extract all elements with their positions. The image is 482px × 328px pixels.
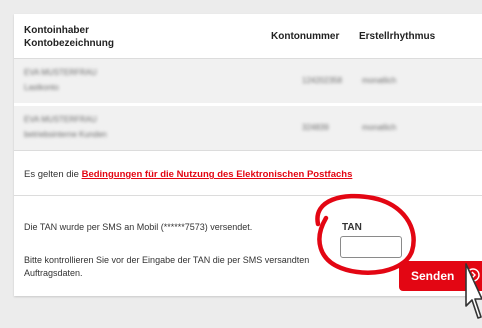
terms-link[interactable]: Bedingungen für die Nutzung des Elektron… [82,169,353,180]
screen: Kontoinhaber Kontobezeichnung Kontonumme… [0,0,482,328]
tan-label: TAN [342,222,362,233]
tan-sent-info: Die TAN wurde per SMS an Mobil (******75… [24,222,253,232]
tan-verify-hint: Bitte kontrollieren Sie vor der Eingabe … [24,255,310,278]
tan-input[interactable] [340,236,402,258]
column-header-owner-line2: Kontobezeichnung [24,38,114,49]
column-header-owner: Kontoinhaber Kontobezeichnung [24,24,114,50]
account-description: Lastkonto [24,83,59,92]
column-header-rhythm: Erstellrhythmus [359,31,436,42]
send-button[interactable]: Senden [399,261,482,291]
account-description: betriebsinterne Kunden [24,130,107,139]
account-row: EVA MUSTERFRAU betriebsinterne Kunden 32… [14,106,482,151]
account-owner: EVA MUSTERFRAU [24,115,97,124]
column-header-owner-line1: Kontoinhaber [24,25,89,36]
account-rhythm: monatlich [362,123,397,132]
column-header-account-number: Kontonummer [271,31,340,42]
account-number: 324839 [302,123,329,132]
account-number: 124202358 [302,76,343,85]
account-rhythm: monatlich [362,76,397,85]
accounts-table-header: Kontoinhaber Kontobezeichnung Kontonumme… [14,14,482,59]
section-divider [14,195,482,196]
terms-prefix: Es gelten die [24,169,82,180]
postbox-form-panel: Kontoinhaber Kontobezeichnung Kontonumme… [14,14,482,296]
account-owner: EVA MUSTERFRAU [24,68,97,77]
account-row: EVA MUSTERFRAU Lastkonto 124202358 monat… [14,59,482,103]
terms-notice: Es gelten die Bedingungen für die Nutzun… [24,169,352,180]
